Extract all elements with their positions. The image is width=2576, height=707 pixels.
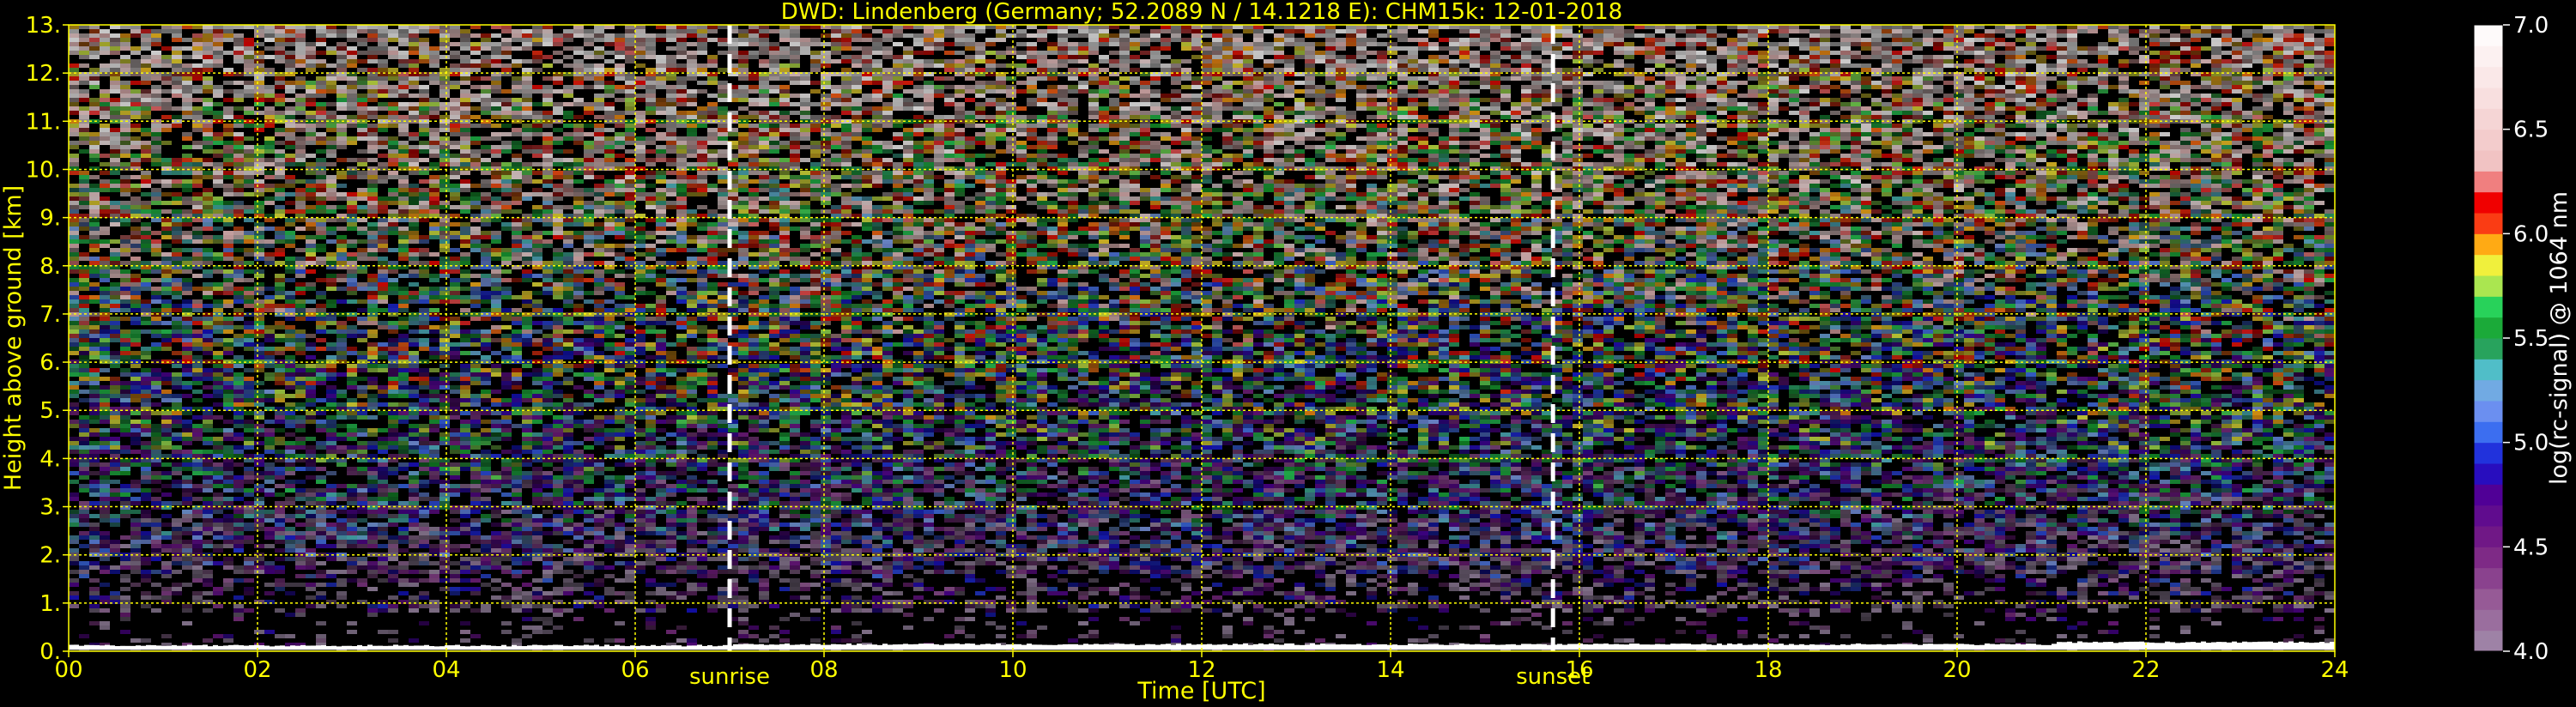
colorbar-tick-label: 4.5: [2513, 535, 2549, 560]
y-tick-label: 12.: [26, 61, 61, 87]
plot-area: [68, 24, 2336, 652]
y-tick-label: 8.: [39, 254, 61, 280]
colorbar-block: [2474, 150, 2503, 172]
colorbar-block: [2474, 401, 2503, 422]
y-tick-label: 10.: [26, 157, 61, 183]
colorbar-block: [2474, 463, 2503, 485]
x-tick-label: 08: [809, 657, 838, 683]
colorbar-block: [2474, 526, 2503, 547]
y-tick-label: 6.: [39, 350, 61, 376]
y-tick-label: 1.: [39, 591, 61, 617]
colorbar-block: [2474, 379, 2503, 402]
y-axis-label: Height above ground [km]: [0, 185, 27, 491]
colorbar-block: [2474, 317, 2503, 339]
x-tick-label: 02: [243, 657, 271, 683]
x-tick-label: 04: [432, 657, 460, 683]
colorbar-block: [2474, 338, 2503, 360]
colorbar-label: log(rc-signal) @ 1064 nm: [2546, 191, 2573, 485]
y-tick-label: 9.: [39, 206, 61, 232]
y-tick-label: 4.: [39, 446, 61, 472]
colorbar-block: [2474, 567, 2503, 589]
x-axis-label: Time [UTC]: [1136, 678, 1265, 704]
y-tick-label: 5.: [39, 398, 61, 424]
colorbar-block: [2474, 421, 2503, 444]
x-tick-label: 14: [1376, 657, 1404, 683]
colorbar-tick-label: 6.5: [2513, 118, 2549, 143]
colorbar-blocks: [2474, 25, 2503, 652]
x-tick-label: 24: [2320, 657, 2349, 683]
colorbar-block: [2474, 191, 2503, 214]
colorbar-block: [2474, 171, 2503, 193]
colorbar-block: [2474, 108, 2503, 130]
colorbar-block: [2474, 88, 2503, 109]
colorbar-block: [2474, 505, 2503, 527]
x-tick-label: 18: [1754, 657, 1782, 683]
colorbar-block: [2474, 484, 2503, 506]
colorbar-block: [2474, 275, 2503, 297]
chart-title: DWD: Lindenberg (Germany; 52.2089 N / 14…: [781, 0, 1622, 25]
colorbar-block: [2474, 66, 2503, 88]
lidar-chart: DWD: Lindenberg (Germany; 52.2089 N / 14…: [0, 0, 2576, 707]
colorbar-block: [2474, 359, 2503, 381]
x-tick-label: 20: [1943, 657, 1971, 683]
colorbar-block: [2474, 547, 2503, 569]
colorbar-block: [2474, 25, 2503, 46]
x-tick-label: 10: [998, 657, 1027, 683]
y-tick-label: 7.: [39, 302, 61, 328]
colorbar-tick-label: 5.0: [2513, 431, 2549, 456]
x-tick-label: 06: [621, 657, 649, 683]
colorbar-block: [2474, 213, 2503, 234]
y-tick-label: 11.: [26, 109, 61, 135]
colorbar-tick-label: 7.0: [2513, 13, 2549, 39]
colorbar-block: [2474, 442, 2503, 464]
sunset-label: sunset: [1516, 664, 1590, 690]
colorbar-block: [2474, 129, 2503, 151]
x-tick-label: 00: [54, 657, 82, 683]
colorbar-block: [2474, 45, 2503, 68]
colorbar-tick-label: 4.0: [2513, 639, 2549, 665]
colorbar-block: [2474, 609, 2503, 631]
y-tick-label: 3.: [39, 495, 61, 521]
colorbar-block: [2474, 589, 2503, 610]
colorbar-tick-label: 5.5: [2513, 326, 2549, 352]
colorbar-block: [2474, 630, 2503, 652]
colorbar-tick-label: 6.0: [2513, 221, 2549, 247]
colorbar-block: [2474, 296, 2503, 318]
x-tick-label: 22: [2131, 657, 2160, 683]
sunrise-label: sunrise: [689, 664, 770, 690]
y-tick-label: 2.: [39, 543, 61, 569]
y-tick-label: 13.: [26, 13, 61, 39]
colorbar-block: [2474, 233, 2503, 256]
colorbar-block: [2474, 254, 2503, 276]
